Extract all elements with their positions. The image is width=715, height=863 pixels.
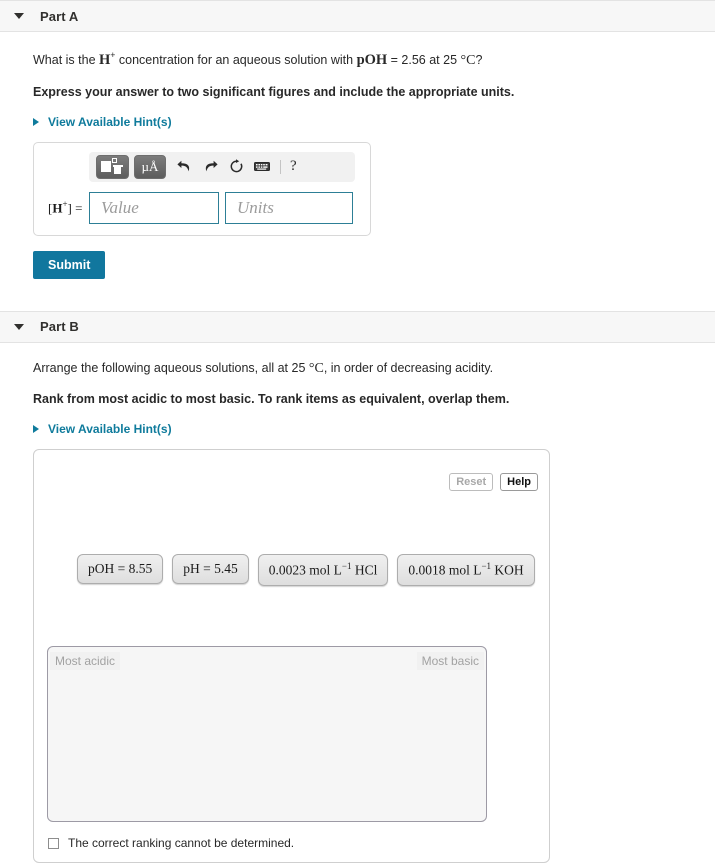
answer-input-row: [H+] = Value Units [44, 191, 360, 224]
template-icon[interactable] [96, 154, 129, 179]
toolbar-divider [280, 159, 281, 174]
undo-icon[interactable] [171, 160, 197, 173]
part-a-header[interactable]: Part A [0, 0, 715, 32]
help-icon[interactable]: ? [286, 158, 301, 175]
rank-tile[interactable]: 0.0018 mol L−1 KOH [397, 554, 535, 586]
help-button[interactable]: Help [500, 473, 538, 492]
poh-symbol: pOH [356, 51, 388, 68]
caret-right-icon [33, 117, 39, 126]
cannot-determine-label: The correct ranking cannot be determined… [68, 836, 295, 851]
submit-button[interactable]: Submit [33, 250, 106, 279]
question-suffix: , in order of decreasing acidity. [323, 360, 494, 375]
units-icon-label: µÅ [141, 159, 159, 175]
part-b-header[interactable]: Part B [0, 310, 715, 343]
part-a-instruction: Express your answer to two significant f… [33, 84, 515, 99]
reset-icon[interactable] [223, 159, 249, 174]
equation-toolbar: µÅ ? [89, 151, 355, 182]
rank-tile[interactable]: 0.0023 mol L−1 HCl [257, 554, 389, 586]
most-basic-label: Most basic [416, 652, 484, 671]
answer-label: [H+] = [48, 198, 83, 216]
h-symbol: H+ [99, 50, 116, 68]
part-b-instruction: Rank from most acidic to most basic. To … [33, 392, 510, 407]
part-b-hint-link[interactable]: View Available Hint(s) [33, 422, 172, 436]
question-suffix: ? [475, 52, 483, 67]
units-icon[interactable]: µÅ [134, 154, 166, 179]
question-text-mid: concentration for an aqueous solution wi… [115, 52, 357, 67]
most-acidic-label: Most acidic [50, 652, 121, 671]
draggable-tiles: pOH = 8.55 pH = 5.45 0.0023 mol L−1 HCl … [77, 554, 535, 586]
units-placeholder: Units [237, 197, 274, 217]
cannot-determine-checkbox[interactable] [48, 837, 59, 849]
cannot-determine-row[interactable]: The correct ranking cannot be determined… [48, 836, 294, 850]
keyboard-icon[interactable] [249, 161, 275, 172]
part-a-hint-link[interactable]: View Available Hint(s) [33, 115, 172, 129]
part-a-body: What is the H+ concentration for an aque… [0, 49, 715, 279]
part-a-answer-box: µÅ ? [H+] = Value Units [33, 141, 371, 236]
part-b-title: Part B [40, 319, 79, 335]
part-b-body: Arrange the following aqueous solutions,… [0, 360, 715, 863]
caret-right-icon [33, 425, 39, 434]
part-b-hint-label: View Available Hint(s) [48, 422, 172, 437]
degree-c-symbol: °C [308, 360, 324, 376]
redo-icon[interactable] [197, 160, 223, 173]
part-a-title: Part A [40, 8, 79, 24]
value-placeholder: Value [101, 197, 139, 217]
part-b-question: Arrange the following aqueous solutions,… [33, 360, 715, 379]
degree-c-symbol: °C [460, 52, 476, 68]
ranking-widget: Reset Help pOH = 8.55 pH = 5.45 0.0023 m… [33, 449, 550, 863]
question-text-prefix: Arrange the following aqueous solutions,… [33, 360, 309, 375]
rank-tile[interactable]: pH = 5.45 [172, 554, 249, 585]
reset-button[interactable]: Reset [449, 473, 494, 492]
units-input[interactable]: Units [225, 191, 353, 224]
ranking-toolbar: Reset Help [449, 473, 538, 492]
caret-down-icon[interactable] [14, 323, 24, 330]
caret-down-icon[interactable] [14, 13, 24, 19]
question-text-prefix: What is the [33, 52, 99, 67]
part-a-question: What is the H+ concentration for an aque… [33, 49, 715, 71]
value-input[interactable]: Value [89, 191, 219, 224]
part-a-hint-label: View Available Hint(s) [48, 114, 172, 129]
question-value: = 2.56 at 25 [387, 52, 461, 67]
ranking-dropzone[interactable]: Most acidic Most basic [47, 646, 487, 823]
rank-tile[interactable]: pOH = 8.55 [77, 554, 164, 585]
